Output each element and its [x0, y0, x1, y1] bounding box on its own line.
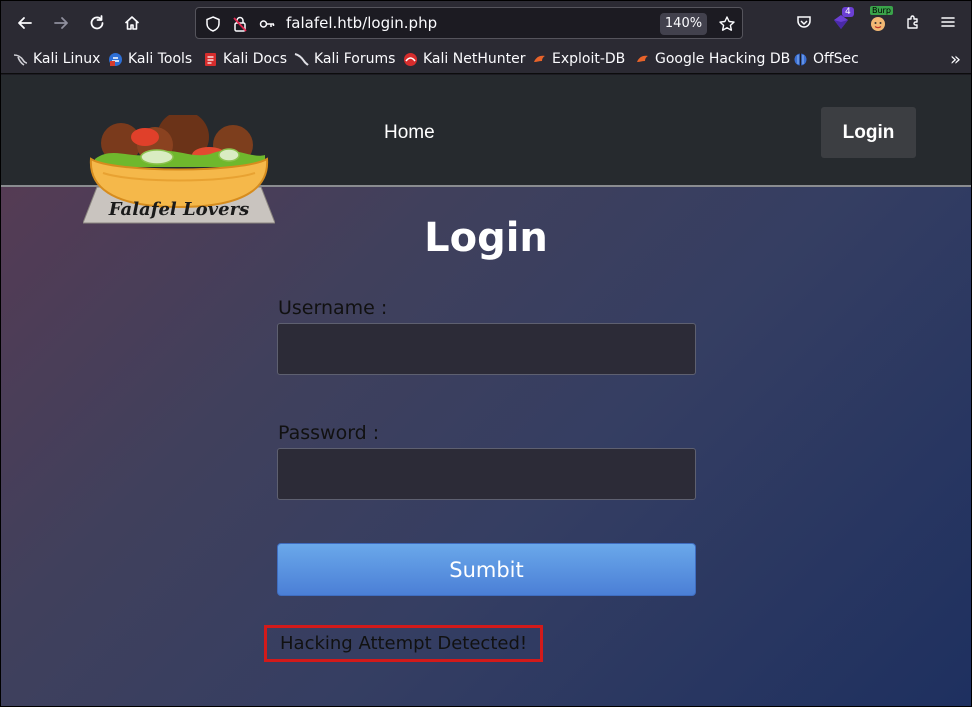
chevron-double-right-icon: » — [949, 49, 961, 70]
bookmark-label: Kali Tools — [128, 51, 193, 67]
bookmark-exploit-db[interactable]: Exploit-DB — [532, 49, 625, 69]
forward-button[interactable] — [48, 10, 74, 36]
reload-icon — [90, 15, 104, 30]
url-bar[interactable]: falafel.htb/login.php 140% — [195, 7, 743, 39]
arrow-right-icon — [54, 17, 68, 29]
nav-login-button[interactable]: Login — [821, 107, 916, 158]
url-text[interactable]: falafel.htb/login.php — [286, 14, 437, 32]
bookmark-kali-linux[interactable]: Kali Linux — [13, 49, 100, 69]
hamburger-menu-icon — [941, 17, 955, 27]
bookmark-label: Google Hacking DB — [655, 51, 791, 67]
username-label: Username : — [278, 297, 388, 319]
bookmark-label: Kali Forums — [314, 51, 396, 67]
burp-face-icon — [871, 17, 885, 31]
nav-login-label: Login — [842, 121, 895, 143]
nethunter-icon — [404, 52, 417, 66]
burp-label: Burp — [870, 6, 893, 15]
back-button[interactable] — [12, 10, 38, 36]
arrow-left-icon — [18, 17, 32, 29]
bookmark-kali-docs[interactable]: Kali Docs — [203, 49, 287, 69]
offsec-icon — [794, 53, 807, 65]
page-content: Home Login Falafel Lovers Login Username… — [1, 75, 971, 706]
bookmark-label: OffSec — [813, 51, 859, 67]
kali-tools-icon — [109, 52, 122, 66]
bookmarks-overflow-button[interactable]: » — [950, 49, 961, 70]
home-button[interactable] — [119, 10, 145, 36]
exploit-db-icon — [534, 55, 545, 62]
shield-icon[interactable] — [204, 15, 222, 33]
pocket-icon — [797, 16, 811, 28]
browser-toolbar: falafel.htb/login.php 140% 4 Burp — [1, 1, 971, 43]
pocket-button[interactable] — [793, 11, 815, 33]
bookmark-kali-tools[interactable]: Kali Tools — [108, 49, 192, 69]
bookmark-offsec[interactable]: OffSec — [793, 49, 859, 69]
logo-falafel-bowl-icon: Falafel Lovers — [82, 111, 276, 224]
zoom-level-badge[interactable]: 140% — [660, 13, 707, 35]
menu-button[interactable] — [937, 11, 959, 33]
submit-button[interactable]: Sumbit — [277, 543, 696, 596]
insecure-lock-icon[interactable] — [231, 15, 249, 33]
browser-window: falafel.htb/login.php 140% 4 Burp Kali L… — [1, 1, 971, 706]
extension-button[interactable]: 4 — [830, 7, 854, 33]
ghdb-icon — [637, 55, 648, 62]
bookmark-label: Exploit-DB — [552, 51, 626, 67]
kali-docs-icon — [205, 52, 216, 66]
nav-home-link[interactable]: Home — [384, 122, 435, 144]
kali-forums-icon — [294, 52, 309, 66]
burp-extension-button[interactable]: Burp — [867, 6, 893, 33]
kali-dragon-icon — [13, 53, 28, 66]
password-input[interactable] — [277, 448, 696, 500]
bookmark-label: Kali Docs — [223, 51, 288, 67]
password-label: Password : — [278, 422, 380, 444]
puzzle-icon — [907, 15, 918, 29]
bookmark-label: Kali NetHunter — [423, 51, 526, 67]
bookmark-star-icon[interactable] — [718, 15, 736, 33]
extensions-button[interactable] — [902, 11, 924, 33]
falafel-lovers-logo[interactable]: Falafel Lovers — [82, 111, 276, 225]
submit-label: Sumbit — [449, 557, 524, 582]
permissions-key-icon[interactable] — [258, 15, 276, 33]
home-icon — [124, 16, 140, 30]
bookmark-kali-nethunter[interactable]: Kali NetHunter — [403, 49, 525, 69]
reload-button[interactable] — [84, 10, 110, 36]
bookmark-google-hacking-db[interactable]: Google Hacking DB — [635, 49, 790, 69]
extension-count-badge: 4 — [842, 7, 854, 17]
username-input[interactable] — [277, 323, 696, 375]
page-title: Login — [424, 215, 548, 261]
bookmarks-toolbar: Kali Linux Kali Tools Kali Docs Kali For… — [1, 43, 971, 74]
bookmark-kali-forums[interactable]: Kali Forums — [294, 49, 395, 69]
bookmark-label: Kali Linux — [33, 51, 101, 67]
error-message: Hacking Attempt Detected! — [264, 625, 544, 662]
